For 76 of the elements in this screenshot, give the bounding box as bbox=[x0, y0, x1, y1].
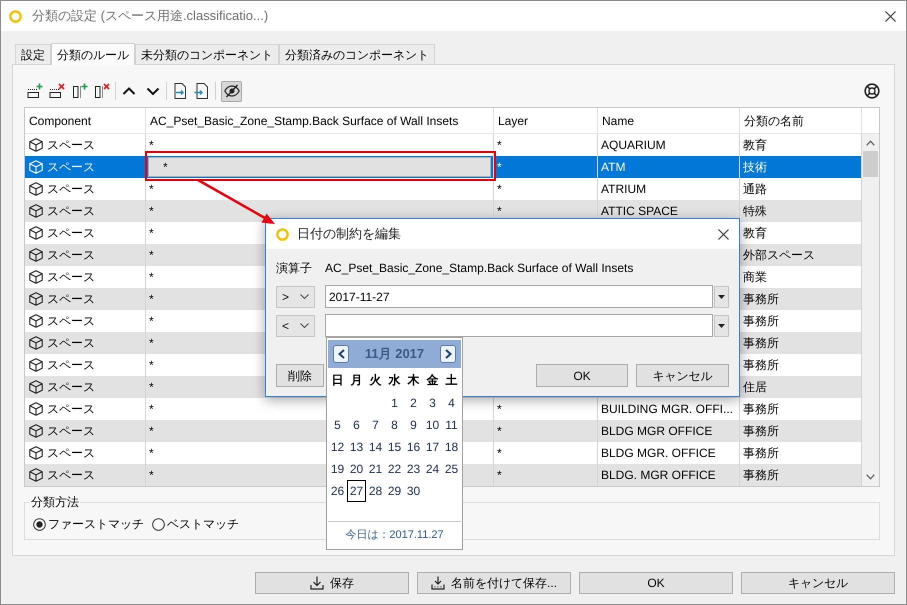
weekday-label: 日 bbox=[332, 373, 344, 387]
table-cell: ATRIUM bbox=[601, 182, 646, 196]
table-cell: * bbox=[497, 138, 502, 152]
table-cell: ATM bbox=[601, 160, 626, 174]
table-cell: 住居 bbox=[743, 380, 767, 394]
dialog-title: 日付の制約を編集 bbox=[297, 225, 401, 244]
weekday-label: 月 bbox=[350, 373, 362, 387]
table-cell: スペース bbox=[47, 292, 95, 306]
table-cell: 事務所 bbox=[743, 468, 779, 482]
table-cell: * bbox=[497, 204, 502, 218]
table-cell: 通路 bbox=[743, 182, 767, 196]
table-cell: * bbox=[497, 468, 502, 482]
table-cell: * bbox=[149, 358, 154, 372]
table-cell: ATTIC SPACE bbox=[601, 204, 678, 218]
table-cell: * bbox=[149, 204, 154, 218]
table-cell: * bbox=[149, 468, 154, 482]
table-cell: スペース bbox=[47, 380, 95, 394]
table-cell: 事務所 bbox=[743, 358, 779, 372]
table-cell: * bbox=[497, 160, 502, 174]
table-cell: スペース bbox=[47, 226, 95, 240]
table-cell: * bbox=[149, 314, 154, 328]
table-cell: スペース bbox=[47, 248, 95, 262]
table-cell: * bbox=[149, 424, 154, 438]
operator-label: 演算子 bbox=[276, 260, 313, 277]
table-cell: * bbox=[497, 182, 502, 196]
table-cell: スペース bbox=[47, 138, 95, 152]
table-cell: 事務所 bbox=[743, 424, 779, 438]
window-title: 分類の設定 (スペース用途.classificatio...) bbox=[32, 7, 268, 26]
table-cell: BLDG MGR OFFICE bbox=[601, 424, 712, 438]
table-cell: * bbox=[149, 270, 154, 284]
table-cell: 外部スペース bbox=[743, 248, 815, 262]
table-cell: スペース bbox=[47, 160, 95, 174]
table-cell: * bbox=[497, 424, 502, 438]
table-cell: 事務所 bbox=[743, 446, 779, 460]
table-cell: スペース bbox=[47, 446, 95, 460]
weekday-label: 火 bbox=[370, 373, 382, 387]
table-cell: * bbox=[149, 336, 154, 350]
table-cell: スペース bbox=[47, 182, 95, 196]
weekday-label: 金 bbox=[426, 373, 438, 387]
table-cell: 事務所 bbox=[743, 292, 779, 306]
table-cell: * bbox=[149, 292, 154, 306]
table-cell: BUILDING MGR. OFFI... bbox=[601, 402, 734, 416]
table-cell: * bbox=[149, 182, 154, 196]
table-cell: * bbox=[149, 138, 154, 152]
table-cell: 技術 bbox=[743, 160, 767, 174]
table-cell: 事務所 bbox=[743, 336, 779, 350]
table-cell: スペース bbox=[47, 204, 95, 218]
table-cell: 事務所 bbox=[743, 402, 779, 416]
table-cell: * bbox=[149, 380, 154, 394]
month-label: 11月 2017 bbox=[364, 345, 424, 364]
table-cell: スペース bbox=[47, 358, 95, 372]
table-cell: BLDG. MGR OFFICE bbox=[601, 468, 716, 482]
table-cell: * bbox=[149, 402, 154, 416]
table-cell: AQUARIUM bbox=[601, 138, 666, 152]
weekday-label: 木 bbox=[408, 373, 420, 387]
table-cell: * bbox=[149, 226, 154, 240]
table-cell: スペース bbox=[47, 270, 95, 284]
table-cell: スペース bbox=[47, 468, 95, 482]
table-cell: * bbox=[149, 446, 154, 460]
table-cell: * bbox=[149, 248, 154, 262]
table-cell: BLDG MGR. OFFICE bbox=[601, 446, 716, 460]
table-cell: スペース bbox=[47, 314, 95, 328]
group-label: 分類方法 bbox=[30, 495, 80, 509]
weekday-label: 水 bbox=[388, 373, 400, 387]
table-cell: * bbox=[497, 402, 502, 416]
table-cell: 教育 bbox=[743, 138, 767, 152]
table-cell: スペース bbox=[47, 336, 95, 350]
table-cell: * bbox=[497, 446, 502, 460]
table-cell: スペース bbox=[47, 424, 95, 438]
table-cell: 教育 bbox=[743, 226, 767, 240]
table-cell: スペース bbox=[47, 402, 95, 416]
table-cell: 商業 bbox=[743, 270, 767, 284]
weekday-label: 土 bbox=[446, 373, 458, 387]
table-cell: 特殊 bbox=[743, 204, 767, 218]
property-name: AC_Pset_Basic_Zone_Stamp.Back Surface of Wall Insets bbox=[325, 260, 634, 277]
table-cell: 事務所 bbox=[743, 314, 779, 328]
